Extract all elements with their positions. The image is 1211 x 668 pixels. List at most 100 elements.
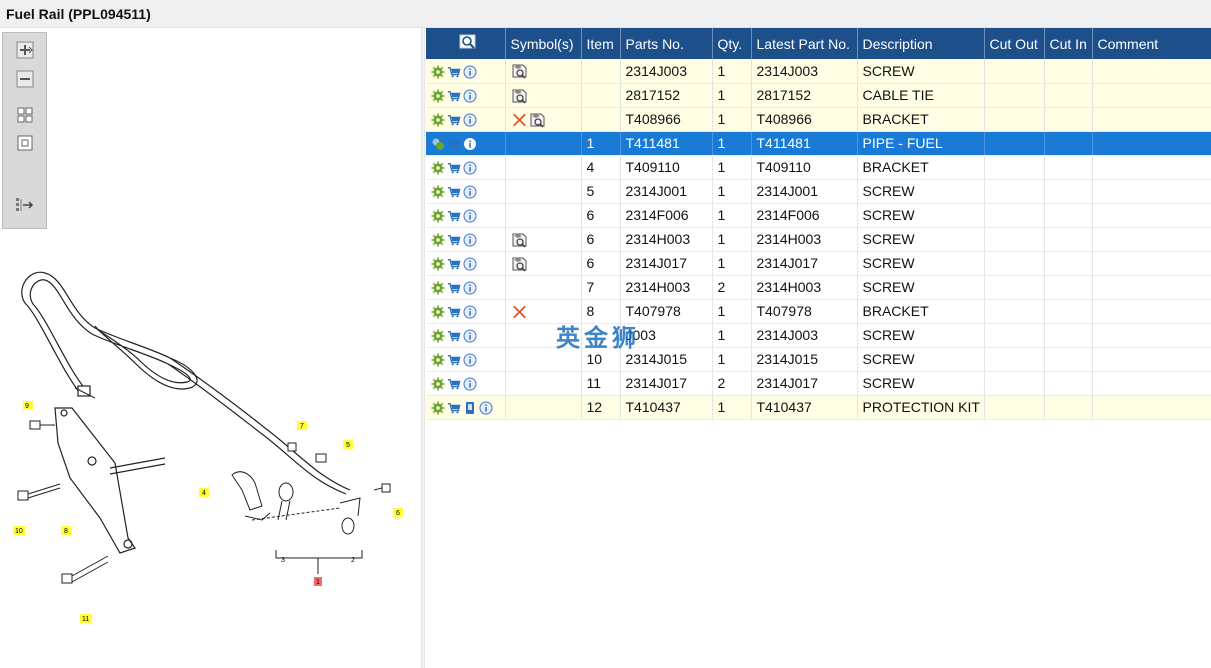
cart-icon[interactable] [447,281,461,295]
cart-icon[interactable] [447,185,461,199]
column-header-comment[interactable]: Comment [1092,28,1211,59]
table-row[interactable]: 2817152 1 2817152 CABLE TIE [426,83,1211,108]
info-icon[interactable] [463,113,477,127]
info-icon[interactable] [463,281,477,295]
cart-icon[interactable] [447,113,461,127]
cut-out-cell [984,179,1045,204]
row-actions [426,179,506,204]
view-drawing-icon[interactable] [511,88,528,104]
table-row[interactable]: 5 2314J001 1 2314J001 SCREW [426,179,1211,204]
column-header-cut-out[interactable]: Cut Out [984,28,1045,59]
cart-icon[interactable] [447,65,461,79]
exploded-parts-diagram[interactable]: 9 7 5 4 6 10 8 3 2 1 11 [0,258,421,638]
row-actions [426,275,506,300]
column-header-parts-no[interactable]: Parts No. [620,28,713,59]
info-icon[interactable] [463,377,477,391]
gear-icon[interactable] [431,305,445,319]
gear-icon[interactable] [431,329,445,343]
kit-icon[interactable] [463,401,477,415]
cart-icon[interactable] [447,401,461,415]
info-icon[interactable] [463,185,477,199]
gear-icon[interactable] [431,377,445,391]
info-icon[interactable] [479,401,493,415]
search-icon[interactable] [459,34,477,50]
latest-part-no-cell: 2314J017 [751,371,858,396]
view-drawing-icon[interactable] [511,63,528,79]
parts-no-cell: 2314F006 [620,203,713,228]
description-cell: SCREW [857,179,985,204]
cart-icon[interactable] [447,257,461,271]
cart-icon[interactable] [447,377,461,391]
gear-icon[interactable] [431,65,445,79]
row-actions [426,203,506,228]
cart-icon[interactable] [447,305,461,319]
table-row[interactable]: 6 2314H003 1 2314H003 SCREW [426,227,1211,252]
column-header-description[interactable]: Description [857,28,985,59]
cart-icon[interactable] [447,209,461,223]
column-header-item[interactable]: Item [581,28,621,59]
qty-cell: 1 [712,251,752,276]
cart-icon[interactable] [447,233,461,247]
table-row[interactable]: 12 T410437 1 T410437 PROTECTION KIT [426,395,1211,420]
cut-out-cell [984,131,1045,156]
view-drawing-icon[interactable] [529,112,546,128]
export-button[interactable] [15,195,35,215]
column-header-cut-in[interactable]: Cut In [1044,28,1093,59]
gear-icon[interactable] [431,209,445,223]
gear-icon[interactable] [431,257,445,271]
actual-size-button[interactable] [15,133,35,153]
cart-icon[interactable] [447,89,461,103]
table-row[interactable]: 11 2314J017 2 2314J017 SCREW [426,371,1211,396]
status-icon[interactable] [431,137,445,151]
table-row[interactable]: 6 2314J017 1 2314J017 SCREW [426,251,1211,276]
table-row[interactable]: 4 T409110 1 T409110 BRACKET [426,155,1211,180]
callout-labels: 9 7 5 4 6 10 8 3 2 1 11 [13,401,403,623]
gear-icon[interactable] [431,89,445,103]
fit-all-button[interactable] [15,105,35,125]
view-drawing-icon[interactable] [511,256,528,272]
info-icon[interactable] [463,137,477,151]
column-header-actions[interactable] [426,28,506,59]
callout-1: 1 [316,579,320,586]
info-icon[interactable] [463,353,477,367]
table-row[interactable]: 10 2314J015 1 2314J015 SCREW [426,347,1211,372]
gear-icon[interactable] [431,161,445,175]
row-actions [426,347,506,372]
view-drawing-icon[interactable] [511,232,528,248]
latest-part-no-cell: 2314J015 [751,347,858,372]
info-icon[interactable] [463,89,477,103]
cart-icon[interactable] [447,161,461,175]
window-titlebar: Fuel Rail (PPL094511) [0,0,1211,28]
zoom-in-button[interactable] [15,40,35,60]
diagram-pane[interactable]: 9 7 5 4 6 10 8 3 2 1 11 [0,28,421,668]
gear-icon[interactable] [431,233,445,247]
info-icon[interactable] [463,65,477,79]
gear-icon[interactable] [431,281,445,295]
gear-icon[interactable] [431,185,445,199]
cart-icon[interactable] [447,353,461,367]
column-header-symbols[interactable]: Symbol(s) [505,28,582,59]
table-row[interactable]: 2314J003 1 2314J003 SCREW [426,59,1211,84]
info-icon[interactable] [463,257,477,271]
table-row[interactable]: J003 1 2314J003 SCREW [426,323,1211,348]
gear-icon[interactable] [431,401,445,415]
table-row[interactable]: 6 2314F006 1 2314F006 SCREW [426,203,1211,228]
zoom-out-button[interactable] [15,69,35,89]
info-icon[interactable] [463,329,477,343]
info-icon[interactable] [463,161,477,175]
info-icon[interactable] [463,233,477,247]
description-cell: SCREW [857,59,985,84]
column-header-latest-part-no[interactable]: Latest Part No. [751,28,858,59]
cart-icon[interactable] [447,137,461,151]
info-icon[interactable] [463,305,477,319]
table-row[interactable]: 7 2314H003 2 2314H003 SCREW [426,275,1211,300]
pane-splitter[interactable] [421,28,425,668]
gear-icon[interactable] [431,353,445,367]
gear-icon[interactable] [431,113,445,127]
cart-icon[interactable] [447,329,461,343]
table-row[interactable]: 8 T407978 1 T407978 BRACKET [426,299,1211,324]
column-header-qty[interactable]: Qty. [712,28,752,59]
table-row[interactable]: T408966 1 T408966 BRACKET [426,107,1211,132]
info-icon[interactable] [463,209,477,223]
table-row[interactable]: 1 T411481 1 T411481 PIPE - FUEL [426,131,1211,156]
